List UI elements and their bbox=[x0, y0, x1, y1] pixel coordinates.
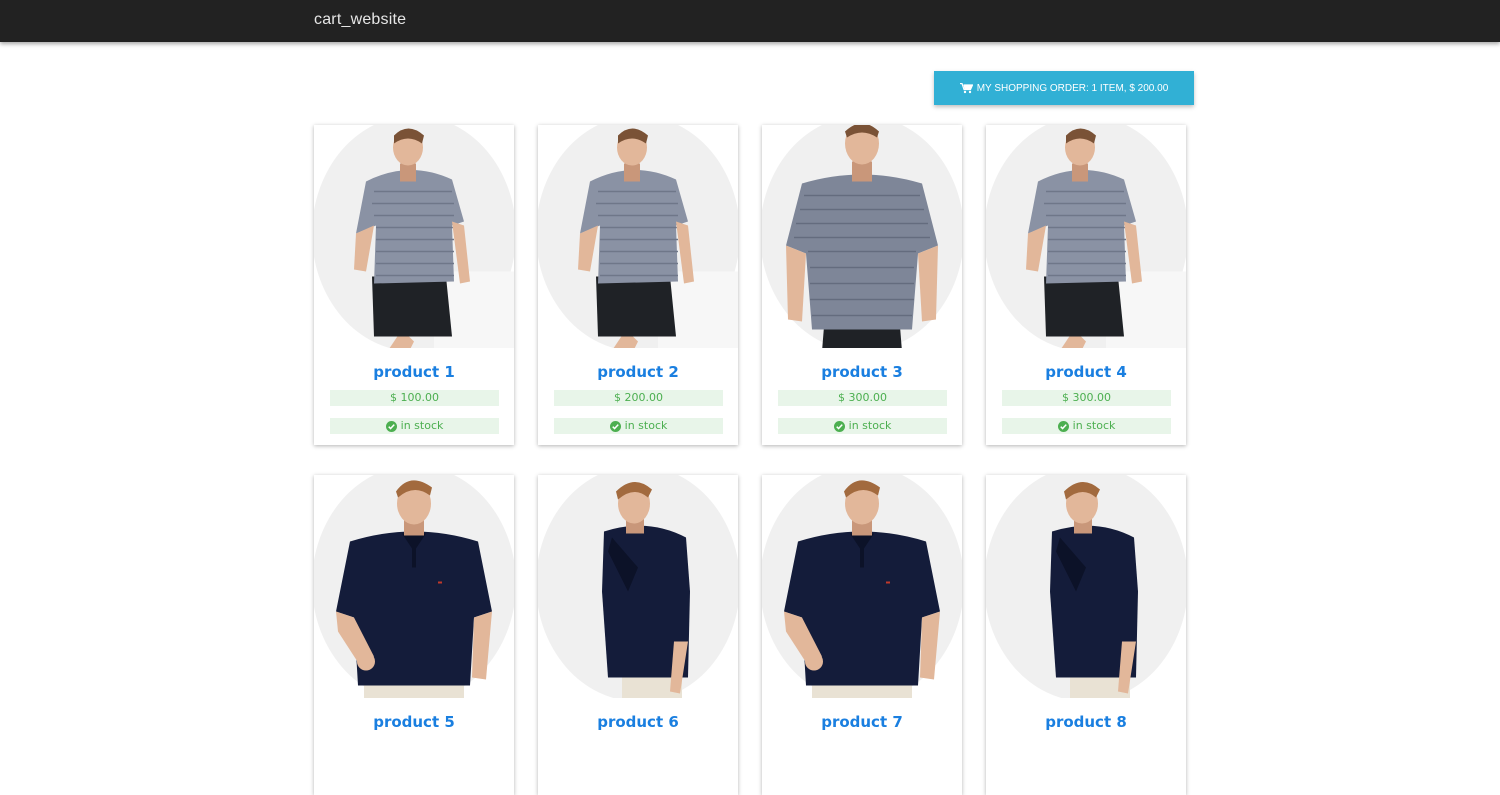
product-photo bbox=[762, 475, 962, 698]
navbar: cart_website bbox=[0, 0, 1500, 42]
price-badge: $ 200.00 bbox=[554, 390, 723, 406]
product-title[interactable]: product 5 bbox=[314, 713, 514, 731]
stock-label: in stock bbox=[400, 419, 444, 432]
product-photo bbox=[762, 125, 962, 348]
product-photo bbox=[986, 125, 1186, 348]
stock-label: in stock bbox=[624, 419, 668, 432]
product-title[interactable]: product 2 bbox=[538, 363, 738, 381]
product-card[interactable]: product 8 bbox=[986, 475, 1186, 795]
product-title[interactable]: product 7 bbox=[762, 713, 962, 731]
product-photo bbox=[986, 475, 1186, 698]
product-image[interactable] bbox=[538, 475, 738, 698]
check-circle-icon bbox=[1057, 420, 1069, 432]
product-title[interactable]: product 4 bbox=[986, 363, 1186, 381]
shopping-order-button[interactable]: MY SHOPPING ORDER: 1 ITEM, $ 200.00 bbox=[934, 71, 1194, 105]
product-image[interactable] bbox=[314, 475, 514, 698]
product-photo bbox=[538, 475, 738, 698]
check-circle-icon bbox=[609, 420, 621, 432]
product-image[interactable] bbox=[314, 125, 514, 348]
product-card[interactable]: product 7 bbox=[762, 475, 962, 795]
product-photo bbox=[538, 125, 738, 348]
stock-badge: in stock bbox=[330, 418, 499, 434]
product-card[interactable]: product 1 $ 100.00 in stock bbox=[314, 125, 514, 445]
product-image[interactable] bbox=[986, 475, 1186, 698]
product-card[interactable]: product 3 $ 300.00 in stock bbox=[762, 125, 962, 445]
shopping-order-label: MY SHOPPING ORDER: 1 ITEM, $ 200.00 bbox=[976, 82, 1169, 94]
price-badge: $ 300.00 bbox=[1002, 390, 1171, 406]
product-card[interactable]: product 5 bbox=[314, 475, 514, 795]
stock-badge: in stock bbox=[554, 418, 723, 434]
stock-badge: in stock bbox=[1002, 418, 1171, 434]
stock-label: in stock bbox=[848, 419, 892, 432]
shopping-cart-icon bbox=[959, 82, 973, 93]
stock-badge: in stock bbox=[778, 418, 947, 434]
product-card[interactable]: product 4 $ 300.00 in stock bbox=[986, 125, 1186, 445]
product-title[interactable]: product 1 bbox=[314, 363, 514, 381]
product-image[interactable] bbox=[762, 125, 962, 348]
stock-label: in stock bbox=[1072, 419, 1116, 432]
product-image[interactable] bbox=[986, 125, 1186, 348]
product-photo bbox=[314, 475, 514, 698]
product-title[interactable]: product 6 bbox=[538, 713, 738, 731]
price-badge: $ 300.00 bbox=[778, 390, 947, 406]
product-title[interactable]: product 8 bbox=[986, 713, 1186, 731]
product-card[interactable]: product 6 bbox=[538, 475, 738, 795]
product-photo bbox=[314, 125, 514, 348]
product-title[interactable]: product 3 bbox=[762, 363, 962, 381]
product-image[interactable] bbox=[762, 475, 962, 698]
check-circle-icon bbox=[385, 420, 397, 432]
product-image[interactable] bbox=[538, 125, 738, 348]
product-card[interactable]: product 2 $ 200.00 in stock bbox=[538, 125, 738, 445]
price-badge: $ 100.00 bbox=[330, 390, 499, 406]
check-circle-icon bbox=[833, 420, 845, 432]
brand-link[interactable]: cart_website bbox=[314, 11, 406, 29]
